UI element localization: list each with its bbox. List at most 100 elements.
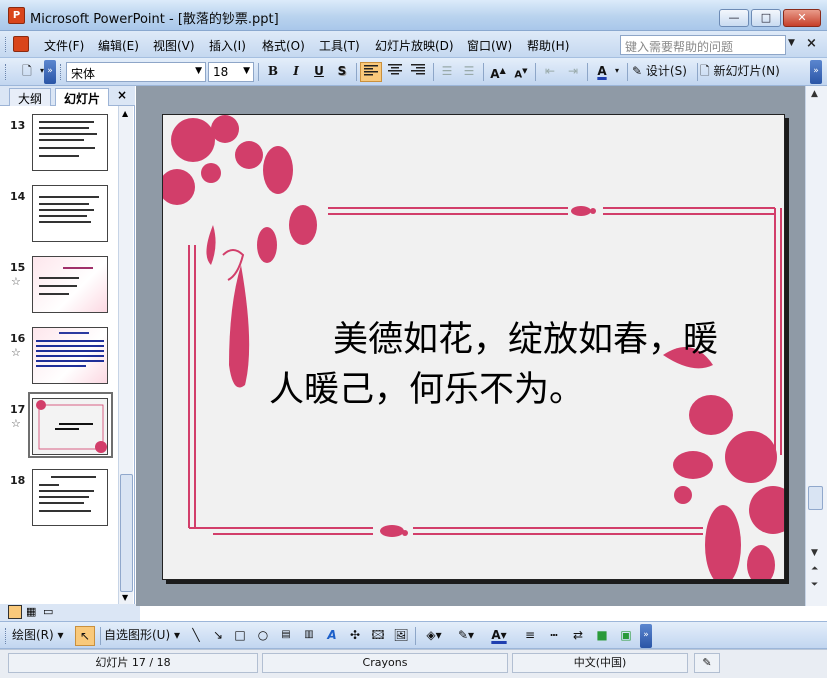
spelling-status-icon[interactable]: ✎ [694, 653, 720, 673]
3d-style-icon[interactable]: ▣ [616, 626, 636, 646]
chevron-down-icon[interactable]: ▾ [612, 62, 622, 82]
scrollbar-thumb[interactable] [120, 474, 133, 592]
new-slide-button[interactable]: 🗋 新幻灯片(N) [700, 62, 788, 82]
maximize-button[interactable]: □ [751, 9, 781, 27]
slide-thumbnail-16[interactable] [32, 327, 108, 384]
scroll-down-icon[interactable]: ▼ [811, 548, 818, 558]
toolbar-grip[interactable] [5, 64, 8, 80]
document-close-button[interactable]: × [806, 36, 817, 51]
slide-number: 18 [10, 474, 26, 487]
new-document-icon[interactable]: 🗋 [16, 62, 38, 82]
toolbar-options-chevron[interactable]: » [44, 60, 56, 84]
scroll-down-icon[interactable]: ▼ [122, 593, 128, 602]
vertical-text-box-icon[interactable]: ▥ [299, 626, 319, 646]
scroll-up-icon[interactable]: ▲ [811, 89, 818, 99]
increase-font-button[interactable]: A▲ [488, 62, 508, 82]
scroll-up-icon[interactable]: ▲ [122, 109, 128, 118]
line-tool-icon[interactable]: ╲ [186, 626, 206, 646]
minimize-button[interactable]: — [719, 9, 749, 27]
next-slide-icon[interactable]: ⏷ [811, 580, 818, 590]
menu-file[interactable]: 文件(F) [44, 37, 84, 54]
shadow-button[interactable]: S [332, 62, 352, 82]
menu-insert[interactable]: 插入(I) [209, 37, 246, 54]
menu-format[interactable]: 格式(O) [262, 37, 305, 54]
align-left-button[interactable] [360, 62, 382, 82]
slide-thumbnail-13[interactable] [32, 114, 108, 171]
slide-scrollbar[interactable]: ▲ ▼ ⏶ ⏷ [805, 86, 827, 606]
wordart-icon[interactable]: A [322, 626, 342, 646]
menu-view[interactable]: 视图(V) [153, 37, 195, 54]
toolbar-grip[interactable] [60, 64, 63, 80]
italic-button[interactable]: I [286, 62, 306, 82]
align-right-button[interactable] [407, 62, 429, 82]
line-color-icon[interactable]: ✎▾ [452, 626, 480, 646]
slide-sorter-icon[interactable]: ▦ [26, 605, 40, 619]
scrollbar-thumb[interactable] [808, 486, 823, 510]
font-name-select[interactable]: 宋体 ▼ [66, 62, 206, 82]
fill-color-icon[interactable]: ◈▾ [420, 626, 448, 646]
oval-tool-icon[interactable]: ○ [253, 626, 273, 646]
menu-slideshow[interactable]: 幻灯片放映(D) [375, 37, 454, 54]
autoshapes-menu-button[interactable]: 自选图形(U) ▾ [104, 626, 184, 646]
numbering-icon[interactable]: ☰ [437, 62, 457, 82]
current-slide[interactable]: 美德如花，绽放如春，暖 人暖己，何乐不为。 [162, 114, 785, 580]
bullets-icon[interactable]: ☰ [459, 62, 479, 82]
font-size-select[interactable]: 18 ▼ [208, 62, 254, 82]
close-button[interactable]: ✕ [783, 9, 821, 27]
underline-button[interactable]: U [309, 62, 329, 82]
chevron-down-icon[interactable]: ▼ [788, 38, 795, 48]
normal-view-icon[interactable] [8, 605, 22, 619]
slideshow-icon[interactable]: ▭ [43, 605, 57, 619]
menu-tools[interactable]: 工具(T) [319, 37, 360, 54]
align-center-button[interactable] [384, 62, 406, 82]
select-objects-icon[interactable]: ↖ [75, 626, 95, 646]
tab-slides[interactable]: 幻灯片 [55, 88, 110, 106]
draw-menu-button[interactable]: 绘图(R) ▾ [12, 626, 72, 646]
increase-indent-icon[interactable]: ⇥ [563, 62, 583, 82]
separator [697, 63, 698, 81]
slide-number: 15 [10, 261, 26, 274]
shadow-style-icon[interactable]: ■ [592, 626, 612, 646]
font-color-button[interactable]: A [592, 62, 612, 82]
menu-window[interactable]: 窗口(W) [467, 37, 512, 54]
text-color-icon[interactable]: A▾ [485, 626, 513, 646]
toolbar-options-chevron[interactable]: » [640, 624, 652, 648]
design-button[interactable]: ✎ 设计(S) [632, 62, 694, 82]
slide-number: 13 [10, 119, 26, 132]
menu-edit[interactable]: 编辑(E) [98, 37, 139, 54]
slide-thumbnail-15[interactable] [32, 256, 108, 313]
separator [415, 627, 416, 645]
document-icon[interactable] [13, 36, 29, 52]
slide-number: 16 [10, 332, 26, 345]
slide-thumbnail-14[interactable] [32, 185, 108, 242]
slide-thumbnail-18[interactable] [32, 469, 108, 526]
slide-body-text[interactable]: 美德如花，绽放如春，暖 人暖己，何乐不为。 [269, 315, 759, 415]
arrow-tool-icon[interactable]: ↘ [208, 626, 228, 646]
text-box-icon[interactable]: ▤ [276, 626, 296, 646]
slides-pane-scrollbar[interactable]: ▲ ▼ [118, 106, 133, 606]
menu-help[interactable]: 帮助(H) [527, 37, 569, 54]
separator [258, 63, 259, 81]
decrease-font-button[interactable]: A▼ [511, 62, 531, 82]
diagram-icon[interactable]: ✣ [345, 626, 365, 646]
design-label: 设计(S) [645, 64, 687, 78]
previous-slide-icon[interactable]: ⏶ [811, 564, 818, 574]
toolbar-grip[interactable] [5, 37, 8, 52]
picture-icon[interactable]: 🖼 [391, 626, 411, 646]
toolbar-grip[interactable] [5, 628, 8, 644]
toolbar-options-chevron[interactable]: » [810, 60, 822, 84]
slide-position-status: 幻灯片 17 / 18 [8, 653, 258, 673]
bold-button[interactable]: B [263, 62, 283, 82]
rectangle-tool-icon[interactable]: □ [230, 626, 250, 646]
font-size-value: 18 [213, 65, 229, 79]
decrease-indent-icon[interactable]: ⇤ [540, 62, 560, 82]
slide-thumbnail-17[interactable] [32, 398, 108, 455]
line-style-icon[interactable]: ≡ [520, 626, 540, 646]
arrow-style-icon[interactable]: ⇄ [568, 626, 588, 646]
tab-outline[interactable]: 大纲 [9, 88, 52, 106]
dash-style-icon[interactable]: ┅ [544, 626, 564, 646]
clip-art-icon[interactable]: 🖾 [368, 626, 388, 646]
close-icon[interactable]: × [117, 88, 127, 102]
help-search-input[interactable]: 键入需要帮助的问题 [620, 35, 786, 55]
slide-text-line-1: 美德如花，绽放如春，暖 [333, 320, 719, 360]
